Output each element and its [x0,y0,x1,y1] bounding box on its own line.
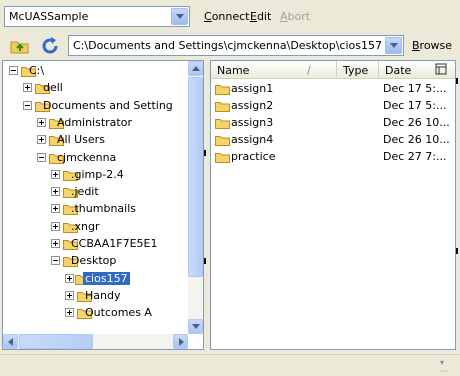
tree-scroll-up-icon[interactable] [188,61,203,76]
tree-item-label: .jedit [71,185,99,199]
collapse-minus-icon[interactable] [9,66,18,75]
status-bar [0,354,460,368]
column-header-date[interactable]: Date [379,61,455,79]
tree-scroll-left-icon[interactable] [3,334,18,349]
abort-label: bort [287,10,311,23]
file-name: assign4 [231,133,274,146]
tree-item-label: All Users [57,133,105,147]
splitter-grip [204,150,206,156]
expand-plus-icon[interactable] [51,221,60,231]
collapse-minus-icon[interactable] [51,256,60,266]
list-item[interactable]: assign2 Dec 17 5:... [211,98,455,114]
connect-label: onnect [211,10,250,23]
path-combo[interactable]: C:\Documents and Settings\cjmckenna\Desk… [68,35,404,56]
tree-item-label: cios157 [83,271,130,285]
abort-button[interactable]: Abort [280,10,310,23]
list-item[interactable]: assign3 Dec 26 10... [211,115,455,131]
expand-plus-icon[interactable] [51,187,60,197]
path-input[interactable]: C:\Documents and Settings\cjmckenna\Desk… [73,39,382,52]
column-chooser-icon[interactable] [435,63,447,78]
folder-icon [215,101,230,112]
tree-scroll-right-icon[interactable] [173,334,188,349]
file-date: Dec 17 5:... [383,99,447,112]
edit-underline: E [250,10,257,23]
browse-button[interactable]: Browse [412,39,452,52]
tree-item-label: Outcomes A [85,306,152,320]
tree-horizontal-scrollbar[interactable] [3,334,188,349]
collapse-minus-icon[interactable] [37,152,46,162]
up-folder-icon[interactable] [10,36,30,56]
abort-underline: A [280,10,288,23]
resize-grip-icon[interactable]: ▾ ··· [440,358,454,376]
expand-plus-icon[interactable] [37,135,46,145]
file-date: Dec 27 7:... [383,150,447,163]
tree-scroll-down-icon[interactable] [188,319,203,334]
expand-plus-icon[interactable] [65,308,74,318]
folder-icon [215,135,230,146]
folder-icon [215,84,230,95]
expand-plus-icon[interactable] [37,117,46,127]
tree-item-label: Desktop [71,254,117,268]
tree-item-label: C:\ [29,64,45,77]
site-combo-value: McUASSample [9,10,89,23]
edit-label: dit [256,10,272,23]
file-date: Dec 17 5:... [383,82,447,95]
tree-item-label: .gimp-2.4 [71,167,124,181]
browse-underline: B [412,39,420,52]
site-combo[interactable]: McUASSample [4,6,190,27]
tree-item-label: Documents and Setting [43,98,173,112]
column-header-date-label: Date [385,64,412,77]
site-combo-dropdown-icon[interactable] [171,8,188,25]
splitter-grip [204,258,206,264]
column-header-name-label: Name [217,64,250,77]
expand-plus-icon[interactable] [51,239,60,248]
expand-plus-icon[interactable] [65,290,74,300]
column-header-type-label: Type [343,64,369,77]
connect-button[interactable]: Connect [204,10,250,23]
folder-icon [215,152,230,163]
expand-plus-icon[interactable] [65,273,74,283]
right-edge-grip [456,248,458,254]
column-header-type[interactable]: Type [337,61,379,79]
folder-tree[interactable]: C:\ dell Documents and Setting Administrato… [2,60,204,350]
tree-item-label: .thumbnails [71,202,137,216]
tree-item-label: CCBAA1F7E5E1 [71,237,158,250]
file-date: Dec 26 10... [383,116,450,129]
tree-item-label: cjmckenna [57,150,117,164]
file-name: assign3 [231,116,274,129]
path-dropdown-icon[interactable] [385,37,402,54]
file-name: assign1 [231,82,274,95]
tree-scroll-thumb[interactable] [188,77,203,277]
browse-label: rowse [419,39,453,52]
file-list[interactable]: Name / Type Date assign1 Dec 17 5:... assi… [210,60,456,350]
list-item[interactable]: assign4 Dec 26 10... [211,132,455,148]
list-item[interactable]: assign1 Dec 17 5:... [211,81,455,97]
tree-hscroll-thumb[interactable] [19,334,93,349]
file-date: Dec 26 10... [383,133,450,146]
file-name: assign2 [231,99,274,112]
tree-item-label: dell [43,81,63,95]
refresh-icon[interactable] [40,36,60,56]
tree-vertical-scrollbar[interactable] [188,61,203,334]
expand-plus-icon[interactable] [51,169,60,179]
expand-plus-icon[interactable] [51,204,60,214]
column-header-name[interactable]: Name / [211,61,337,79]
file-name: practice [231,150,276,163]
tree-item-label: Handy [85,288,121,302]
tree-item-label: Administrator [57,115,132,129]
sort-indicator-icon: / [307,64,311,77]
connect-underline: C [204,10,212,23]
folder-icon [215,118,230,129]
edit-button[interactable]: Edit [250,10,271,23]
collapse-minus-icon[interactable] [23,100,32,110]
list-item[interactable]: practice Dec 27 7:... [211,149,455,165]
tree-item-label: .xngr [71,219,100,233]
right-edge-grip [456,78,458,84]
expand-plus-icon[interactable] [23,83,32,93]
